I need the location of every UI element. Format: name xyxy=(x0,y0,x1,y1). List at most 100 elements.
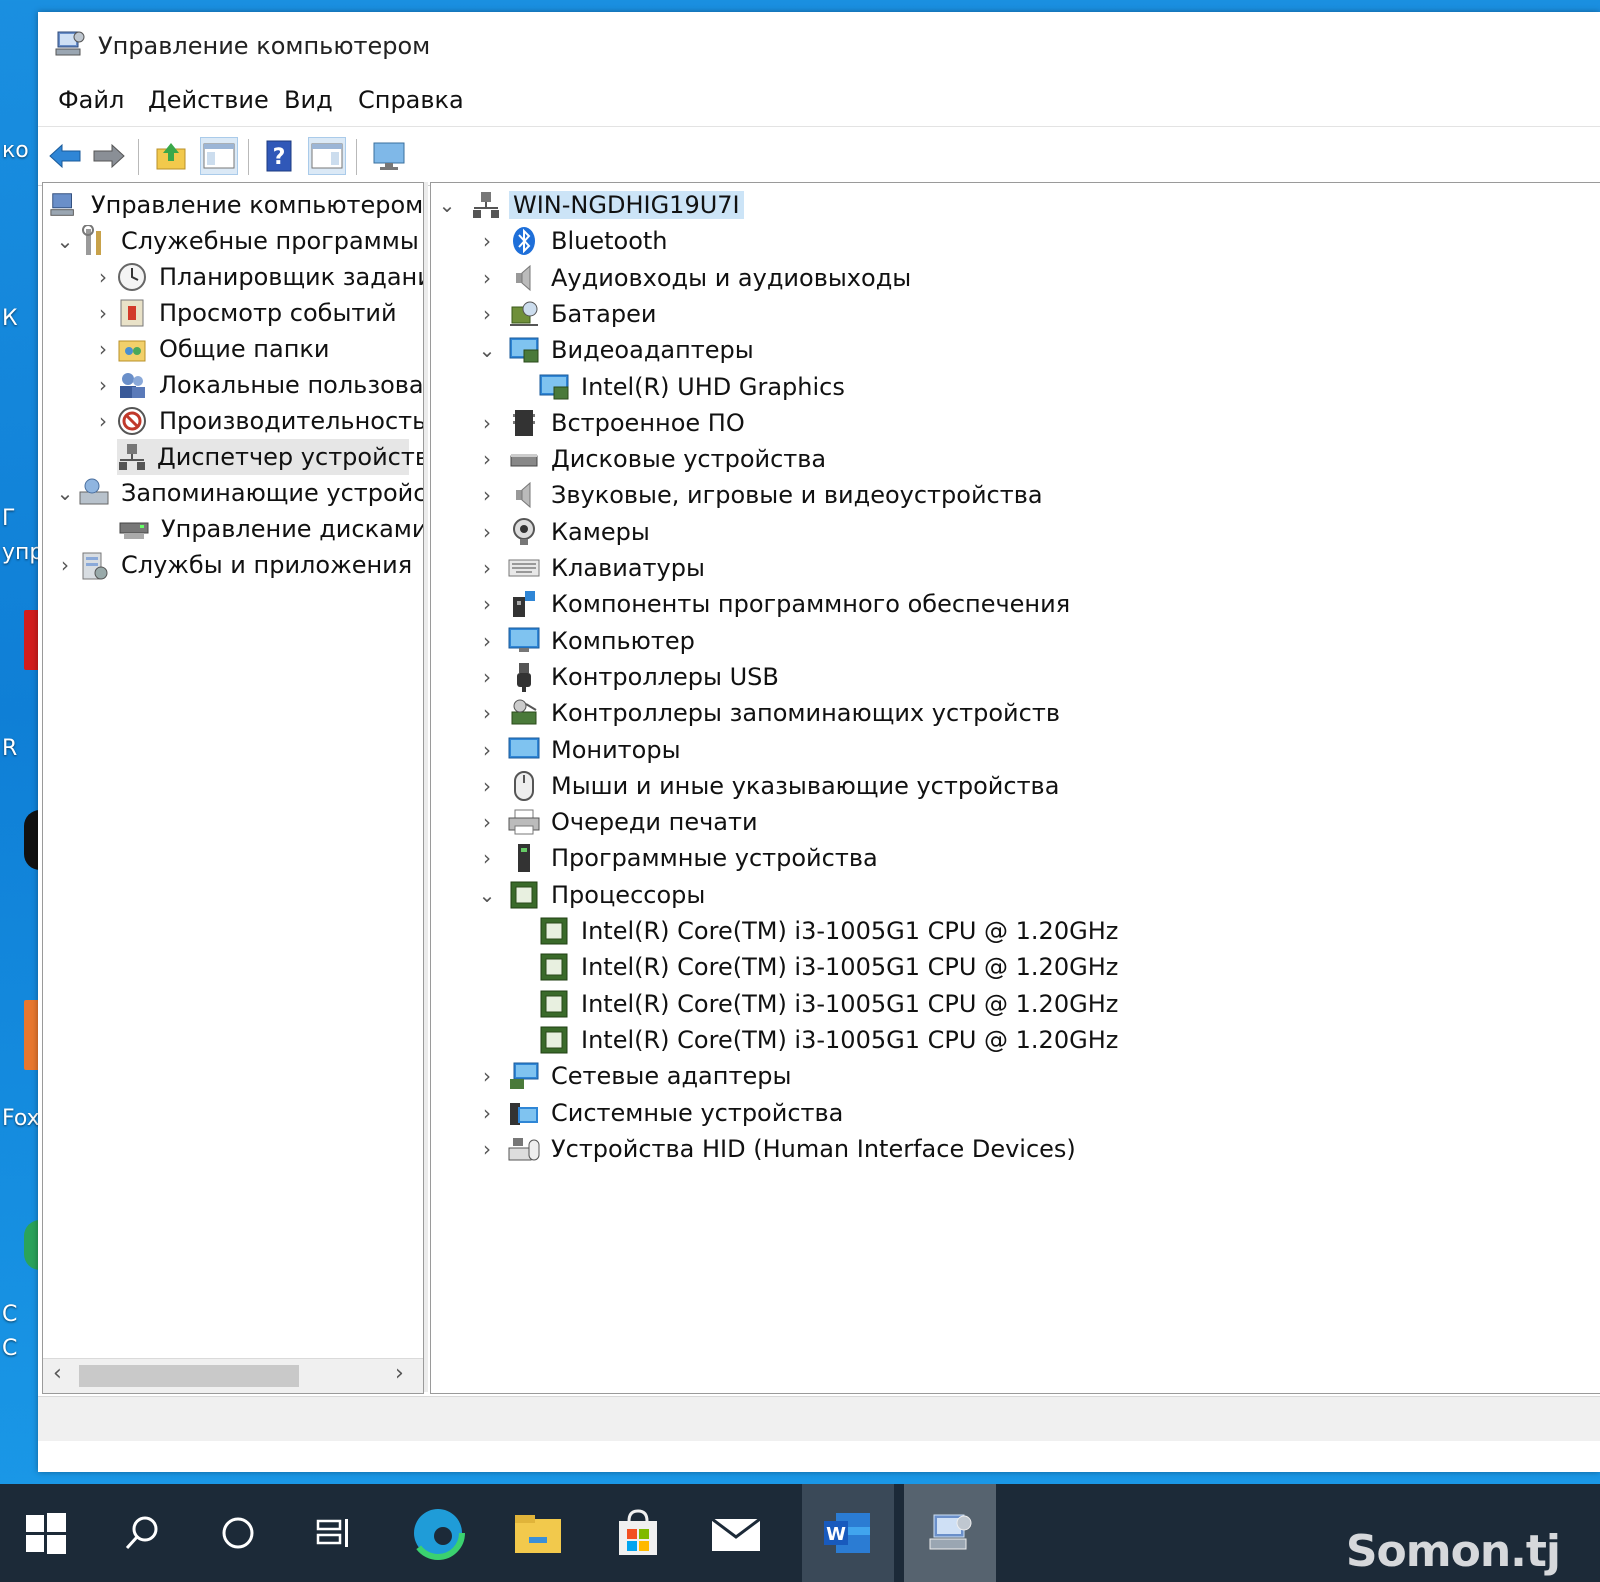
action-pane-icon[interactable] xyxy=(308,137,346,175)
chevron-right-icon[interactable]: › xyxy=(475,840,499,876)
tree-item-computer-management[interactable]: Управление компьютером (л xyxy=(47,187,423,223)
chevron-right-icon[interactable]: › xyxy=(475,623,499,659)
chevron-right-icon[interactable]: › xyxy=(475,477,499,513)
device-category[interactable]: › Компоненты программного обеспечения xyxy=(475,586,1074,622)
device-root[interactable]: ⌄ WIN-NGDHIG19U7I xyxy=(435,187,744,223)
desktop-icon-label[interactable]: ко xyxy=(2,138,29,163)
tree-item-shared-folders[interactable]: › Общие папки xyxy=(91,331,333,367)
device-category[interactable]: › Программные устройства xyxy=(475,840,882,876)
chevron-right-icon[interactable]: › xyxy=(91,367,115,403)
tree-item-disk-management[interactable]: Управление дисками xyxy=(117,511,423,547)
desktop-icon-label[interactable]: Fox xyxy=(2,1106,40,1131)
device-item[interactable]: Intel(R) Core(TM) i3-1005G1 CPU @ 1.20GH… xyxy=(537,913,1122,949)
tree-item-performance[interactable]: › Производительность xyxy=(91,403,423,439)
scrollbar-thumb[interactable] xyxy=(79,1365,299,1387)
monitor-icon[interactable] xyxy=(370,137,408,175)
cortana-icon[interactable] xyxy=(192,1484,284,1582)
chevron-right-icon[interactable]: › xyxy=(475,550,499,586)
device-category[interactable]: › Дисковые устройства xyxy=(475,441,830,477)
chevron-right-icon[interactable]: › xyxy=(91,331,115,367)
device-category[interactable]: › Аудиовходы и аудиовыходы xyxy=(475,260,915,296)
back-arrow-icon[interactable] xyxy=(46,137,84,175)
device-item[interactable]: Intel(R) Core(TM) i3-1005G1 CPU @ 1.20GH… xyxy=(537,986,1122,1022)
edge-icon[interactable] xyxy=(392,1484,484,1582)
desktop-icon-label[interactable]: С xyxy=(2,1336,17,1361)
chevron-right-icon[interactable]: › xyxy=(91,259,115,295)
chevron-right-icon[interactable]: › xyxy=(475,804,499,840)
device-category[interactable]: › Камеры xyxy=(475,514,654,550)
chevron-right-icon[interactable]: › xyxy=(475,441,499,477)
chevron-right-icon[interactable]: › xyxy=(53,547,77,583)
chevron-right-icon[interactable]: › xyxy=(475,223,499,259)
device-category[interactable]: › Системные устройства xyxy=(475,1095,847,1131)
chevron-right-icon[interactable]: › xyxy=(475,1131,499,1167)
start-icon[interactable] xyxy=(0,1484,92,1582)
store-icon[interactable] xyxy=(592,1484,684,1582)
help-icon[interactable]: ? xyxy=(260,137,298,175)
device-category[interactable]: ⌄ Процессоры xyxy=(475,877,709,913)
chevron-right-icon[interactable]: › xyxy=(475,514,499,550)
device-category[interactable]: › Bluetooth xyxy=(475,223,672,259)
device-category[interactable]: › Контроллеры запоминающих устройств xyxy=(475,695,1064,731)
chevron-right-icon[interactable]: › xyxy=(475,1058,499,1094)
menu-view[interactable]: Вид xyxy=(280,84,337,116)
device-category[interactable]: › Мониторы xyxy=(475,732,685,768)
computer-management-icon[interactable] xyxy=(904,1484,996,1582)
scroll-right-icon[interactable]: › xyxy=(395,1361,404,1386)
chevron-down-icon[interactable]: ⌄ xyxy=(475,877,499,913)
mail-icon[interactable] xyxy=(690,1484,782,1582)
chevron-down-icon[interactable]: ⌄ xyxy=(475,332,499,368)
forward-arrow-icon[interactable] xyxy=(90,137,128,175)
chevron-down-icon[interactable]: ⌄ xyxy=(53,223,77,259)
chevron-down-icon[interactable]: ⌄ xyxy=(53,475,77,511)
word-icon[interactable]: W xyxy=(802,1484,894,1582)
device-category[interactable]: › Звуковые, игровые и видеоустройства xyxy=(475,477,1047,513)
chevron-right-icon[interactable]: › xyxy=(475,659,499,695)
desktop-icon-label[interactable]: К xyxy=(2,306,18,331)
pane-splitter[interactable] xyxy=(424,182,428,1392)
device-category[interactable]: › Клавиатуры xyxy=(475,550,709,586)
device-category[interactable]: › Очереди печати xyxy=(475,804,762,840)
tree-item-device-manager[interactable]: Диспетчер устройств xyxy=(117,439,423,475)
tree-item-task-scheduler[interactable]: › Планировщик заданий xyxy=(91,259,423,295)
task-view-icon[interactable] xyxy=(288,1484,380,1582)
file-explorer-icon[interactable] xyxy=(492,1484,584,1582)
device-category[interactable]: › Сетевые адаптеры xyxy=(475,1058,795,1094)
chevron-right-icon[interactable]: › xyxy=(475,695,499,731)
tree-item-services-apps[interactable]: › Службы и приложения xyxy=(53,547,416,583)
up-folder-icon[interactable] xyxy=(152,137,190,175)
chevron-right-icon[interactable]: › xyxy=(475,768,499,804)
chevron-down-icon[interactable]: ⌄ xyxy=(435,187,459,223)
horizontal-scrollbar[interactable]: ‹ › xyxy=(43,1358,423,1393)
chevron-right-icon[interactable]: › xyxy=(475,405,499,441)
tree-item-event-viewer[interactable]: › Просмотр событий xyxy=(91,295,401,331)
title-bar[interactable]: Управление компьютером xyxy=(38,12,1600,74)
desktop-icon-label[interactable]: Г xyxy=(2,506,15,531)
show-hide-tree-icon[interactable] xyxy=(200,137,238,175)
chevron-right-icon[interactable]: › xyxy=(475,732,499,768)
menu-action[interactable]: Действие xyxy=(144,84,273,116)
device-category[interactable]: ⌄ Видеоадаптеры xyxy=(475,332,758,368)
device-category[interactable]: › Контроллеры USB xyxy=(475,659,783,695)
chevron-right-icon[interactable]: › xyxy=(91,295,115,331)
device-category[interactable]: › Компьютер xyxy=(475,623,699,659)
menu-help[interactable]: Справка xyxy=(354,84,468,116)
device-category[interactable]: › Батареи xyxy=(475,296,660,332)
menu-file[interactable]: Файл xyxy=(54,84,128,116)
chevron-right-icon[interactable]: › xyxy=(475,260,499,296)
search-icon[interactable] xyxy=(96,1484,188,1582)
device-item[interactable]: Intel(R) Core(TM) i3-1005G1 CPU @ 1.20GH… xyxy=(537,1022,1122,1058)
device-category[interactable]: › Мыши и иные указывающие устройства xyxy=(475,768,1063,804)
desktop-icon-label[interactable]: С xyxy=(2,1302,17,1327)
chevron-right-icon[interactable]: › xyxy=(475,586,499,622)
chevron-right-icon[interactable]: › xyxy=(475,296,499,332)
device-category[interactable]: › Устройства HID (Human Interface Devices… xyxy=(475,1131,1080,1167)
tree-item-storage[interactable]: ⌄ Запоминающие устройст xyxy=(53,475,423,511)
chevron-right-icon[interactable]: › xyxy=(475,1095,499,1131)
device-item[interactable]: Intel(R) Core(TM) i3-1005G1 CPU @ 1.20GH… xyxy=(537,949,1122,985)
desktop-icon-label[interactable]: R xyxy=(2,736,17,761)
device-item[interactable]: Intel(R) UHD Graphics xyxy=(537,369,849,405)
chevron-right-icon[interactable]: › xyxy=(91,403,115,439)
tree-item-local-users[interactable]: › Локальные пользовате xyxy=(91,367,423,403)
scroll-left-icon[interactable]: ‹ xyxy=(53,1361,62,1386)
